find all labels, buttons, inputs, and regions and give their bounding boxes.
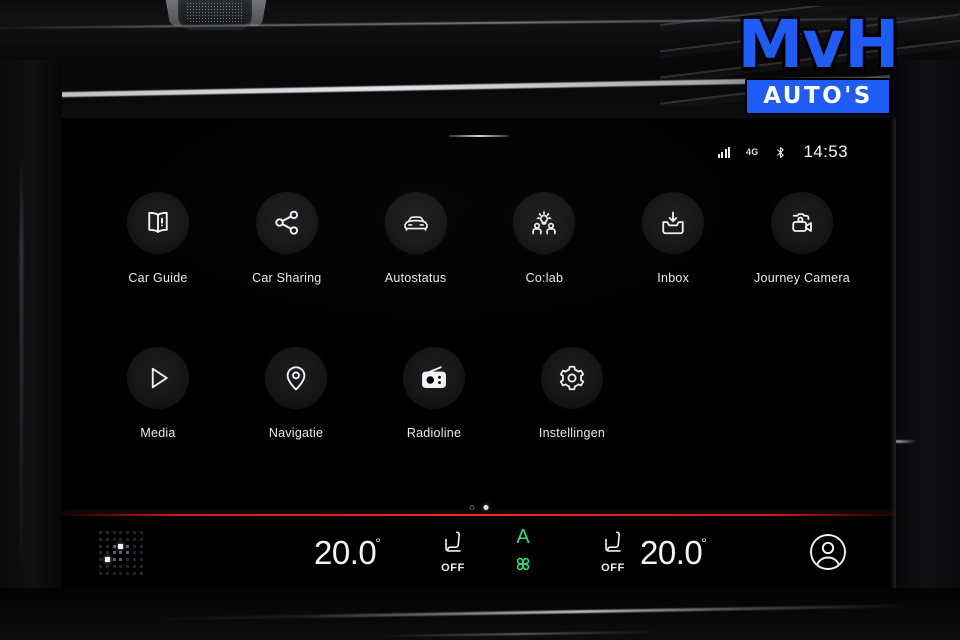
app-row-1: Car Guide Car Sharing Autostatus Co:lab … [110,192,850,285]
app-label: Instellingen [538,426,606,440]
driver-temp-whole: 20. [314,533,359,571]
radio-icon [422,366,446,388]
watermark-subtitle-bar: AUTO'S [745,78,891,116]
status-bar: 4G 14:53 [717,142,848,162]
climate-bar: 20.0° OFF A OFF 20.0° [62,516,896,588]
app-icon-circle[interactable] [403,347,465,409]
infotainment-screen[interactable]: 4G 14:53 Car Guide Car Sharing Autostatu… [62,118,896,588]
app-media[interactable]: Media [110,347,206,440]
dashboard-left-highlight [20,155,23,585]
pull-down-handle[interactable] [449,135,509,137]
gear-icon [559,365,585,391]
app-icon-circle[interactable] [127,192,189,254]
dashboard-bottom-highlight-2 [379,631,661,637]
app-icon-circle[interactable] [127,347,189,409]
app-car-sharing[interactable]: Car Sharing [239,192,335,285]
app-label: Autostatus [384,271,447,285]
car-front-icon [403,216,428,231]
driver-temperature[interactable]: 20.0° [314,536,381,569]
app-navigatie[interactable]: Navigatie [248,347,344,440]
app-car-guide[interactable]: Car Guide [110,192,206,285]
share-nodes-icon [275,210,298,235]
auto-fan-toggle[interactable]: A [510,527,536,577]
user-profile-button[interactable] [808,532,848,572]
inbox-download-icon [662,211,684,235]
video-camera-icon [792,213,812,232]
passenger-temp-frac: 0 [684,533,703,571]
app-label: Media [140,426,176,440]
app-icon-circle[interactable] [770,192,833,254]
app-radioline[interactable]: Radioline [386,347,482,440]
app-colab[interactable]: Co:lab [496,192,592,285]
app-instellingen[interactable]: Instellingen [524,347,620,440]
driver-temp-frac: 0 [358,533,377,571]
app-icon-circle[interactable] [255,192,318,254]
page-dot-1[interactable] [469,505,475,510]
app-label: Co:lab [525,271,564,285]
auto-label: A [516,526,530,548]
clock-label: 14:53 [803,142,848,161]
book-icon [148,211,168,233]
page-dot-2[interactable] [483,505,489,510]
play-triangle-icon [151,367,168,389]
app-icon-circle[interactable] [513,192,576,254]
app-row-2: Media Navigatie Radioline Instellingen [110,347,620,440]
driver-seat-heater[interactable]: OFF [440,530,466,574]
seat-heater-icon [605,531,621,552]
passenger-temperature-value: 20.0° [640,536,707,569]
app-icon-circle[interactable] [642,192,705,254]
dashboard-left-bezel [0,60,62,640]
app-label: Journey Camera [754,271,850,285]
app-label: Inbox [657,271,690,285]
dashboard-photo: 4G 14:53 Car Guide Car Sharing Autostatu… [0,0,960,640]
app-grid: Car Guide Car Sharing Autostatus Co:lab … [110,192,850,440]
app-icon-circle[interactable] [541,347,603,409]
dashboard-bottom-highlight [150,604,910,621]
dashboard-bottom-trim [0,588,960,640]
passenger-seat-heater[interactable]: OFF [600,530,626,574]
app-inbox[interactable]: Inbox [625,192,721,285]
app-label: Car Sharing [252,271,322,285]
bluetooth-icon [774,146,787,159]
app-label: Navigatie [268,426,324,440]
dashboard-right-bezel [882,60,960,640]
passenger-temp-unit: ° [701,534,707,551]
app-label: Radioline [406,426,462,440]
watermark-subtitle: AUTO'S [763,83,873,110]
app-autostatus[interactable]: Autostatus [368,192,464,285]
cellular-signal-icon [717,146,731,158]
app-journey-camera[interactable]: Journey Camera [754,192,850,285]
app-icon-circle[interactable] [384,192,447,254]
user-profile-icon [810,534,846,570]
screen-right-edge [890,118,896,588]
map-pin-icon [286,366,306,391]
app-label: Car Guide [128,271,188,285]
seat-heater-icon [445,531,461,552]
network-type-label: 4G [746,147,759,157]
passenger-seat-state: OFF [601,562,625,574]
fan-icon [516,557,530,571]
people-lightbulb-icon [532,211,557,235]
passenger-temp-whole: 20. [640,533,685,571]
driver-temp-unit: ° [375,534,381,551]
app-icon-circle[interactable] [265,347,327,409]
driver-seat-state: OFF [441,562,465,574]
driver-temperature-value: 20.0° [314,536,381,569]
passenger-temperature[interactable]: 20.0° [640,536,707,569]
climate-controls: 20.0° OFF A OFF 20.0° [62,516,896,588]
dealer-watermark-logo: MvH AUTO'S [719,6,917,118]
page-indicator[interactable] [469,505,489,510]
watermark-brand: MvH [735,6,902,83]
